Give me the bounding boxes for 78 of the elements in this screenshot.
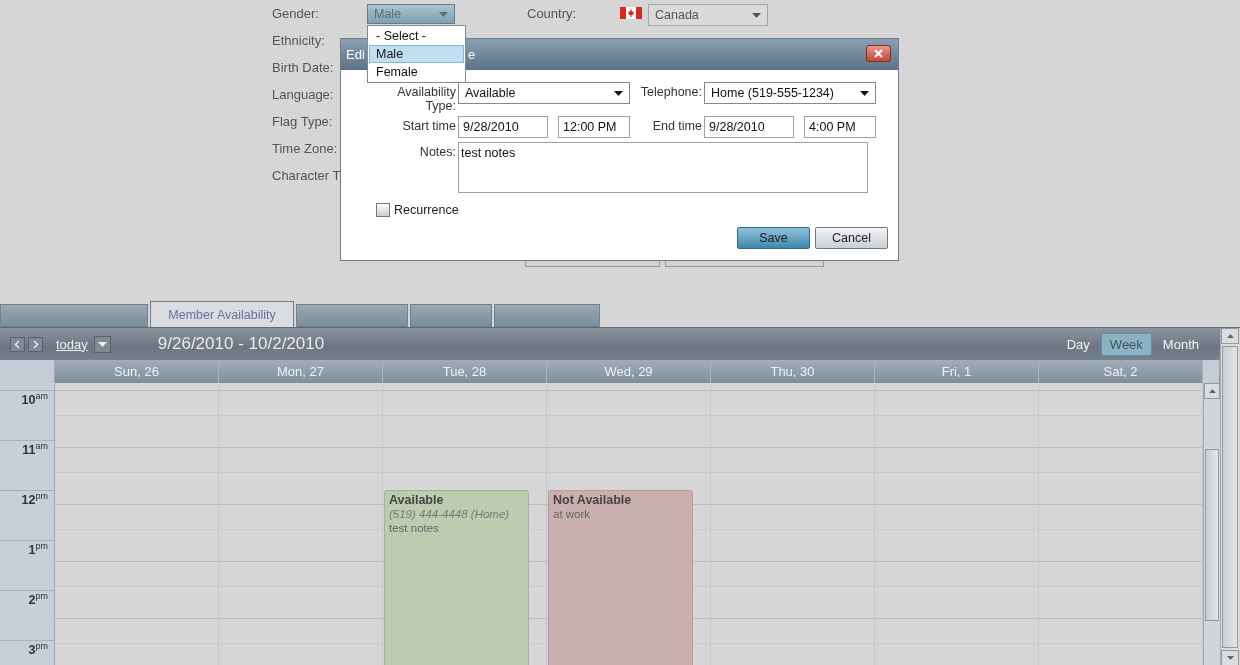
tab[interactable] [296,304,408,327]
field-label: Country: [527,5,578,21]
field-label: Birth Date: [272,59,335,75]
field-label: Telephone: [639,84,702,99]
field-label: Flag Type: [272,113,334,129]
chevron-left-icon [14,339,21,349]
hour-label: 3$^{pm}$ [0,640,54,665]
event-title: Available [389,493,445,507]
event-title: Not Available [553,493,633,507]
dropdown-option[interactable]: Male [369,45,464,63]
next-button[interactable] [28,336,43,352]
scrollbar[interactable] [1203,383,1220,665]
dialog-title: Edi [346,47,365,62]
dropdown-button[interactable] [93,335,111,353]
telephone-dropdown[interactable]: Home (519-555-1234) [704,82,876,104]
caret-icon [614,90,623,96]
page-scrollbar[interactable] [1220,328,1239,665]
day-header: Mon, 27 [219,360,383,383]
hour-label: 2$^{pm}$ [0,590,54,640]
notes-field[interactable]: test notes [458,142,868,193]
field-label: Notes: [418,144,456,159]
time-field[interactable]: 12:00 PM [558,116,630,138]
view-tab[interactable]: Day [1057,332,1099,356]
up-arrow-icon [1208,389,1216,393]
field-label: End time [651,118,702,133]
day-header: Thu, 30 [711,360,875,383]
event-notes: at work [553,507,592,521]
availability-type-dropdown[interactable]: Available [458,82,630,104]
previous-button[interactable] [10,336,25,352]
dialog-title: e [468,47,476,62]
caret-icon [752,12,761,18]
caret-icon [439,11,448,17]
view-tab[interactable]: Month [1153,332,1208,356]
dropdown-option[interactable]: Female [369,63,464,81]
day-header: Fri, 1 [875,360,1039,383]
date-range: 9/26/2010 - 10/2/2010 [157,334,326,354]
recurrence-checkbox[interactable] [376,203,390,217]
cancel-button[interactable]: Cancel [815,227,888,249]
time-field[interactable]: 4:00 PM [804,116,876,138]
field-label: Ethnicity: [272,32,326,48]
caret-icon [97,341,107,347]
day-header: Sun, 26 [55,360,219,383]
tab[interactable] [410,304,492,327]
date-field[interactable]: 9/28/2010 [704,116,794,138]
close-icon [874,49,883,58]
calendar-event[interactable]: Available (519) 444-4448 (Home) test notes [384,490,529,665]
view-tab[interactable]: Week [1100,332,1152,356]
hour-label: 12$^{pm}$ [0,490,54,540]
hour-label: 10$^{am}$ [0,390,54,440]
country-dropdown[interactable]: Canada [648,4,768,26]
save-button[interactable]: Save [737,227,810,249]
header-corner [1203,360,1219,383]
field-label: Time Zone: [272,140,339,156]
date-field[interactable]: 9/28/2010 [458,116,548,138]
tab[interactable]: Member Availability [150,301,294,327]
tab[interactable] [494,304,600,327]
day-header: Tue, 28 [383,360,547,383]
today-link[interactable]: today [56,336,88,352]
event-notes: test notes [389,521,440,535]
caret-icon [860,90,869,96]
field-label: Availability Type: [396,84,456,113]
flag-icon [620,7,642,19]
field-label: Start time [401,118,456,133]
checkbox-label: Recurrence [394,203,459,217]
field-label: Language: [272,86,335,102]
chevron-right-icon [32,339,39,349]
close-button[interactable] [866,45,891,62]
field-label: Character T [272,167,342,183]
field-label: Gender: [272,5,320,21]
tab[interactable] [0,304,148,327]
up-arrow-icon [1226,334,1234,338]
calendar-event[interactable]: Not Available at work [548,490,693,665]
day-header: Wed, 29 [547,360,711,383]
hour-label: 1$^{pm}$ [0,540,54,590]
hour-label: 11$^{am}$ [0,440,54,490]
down-arrow-icon [1226,656,1234,660]
dropdown-option[interactable]: - Select - [369,27,464,45]
event-phone: (519) 444-4448 (Home) [389,507,511,521]
